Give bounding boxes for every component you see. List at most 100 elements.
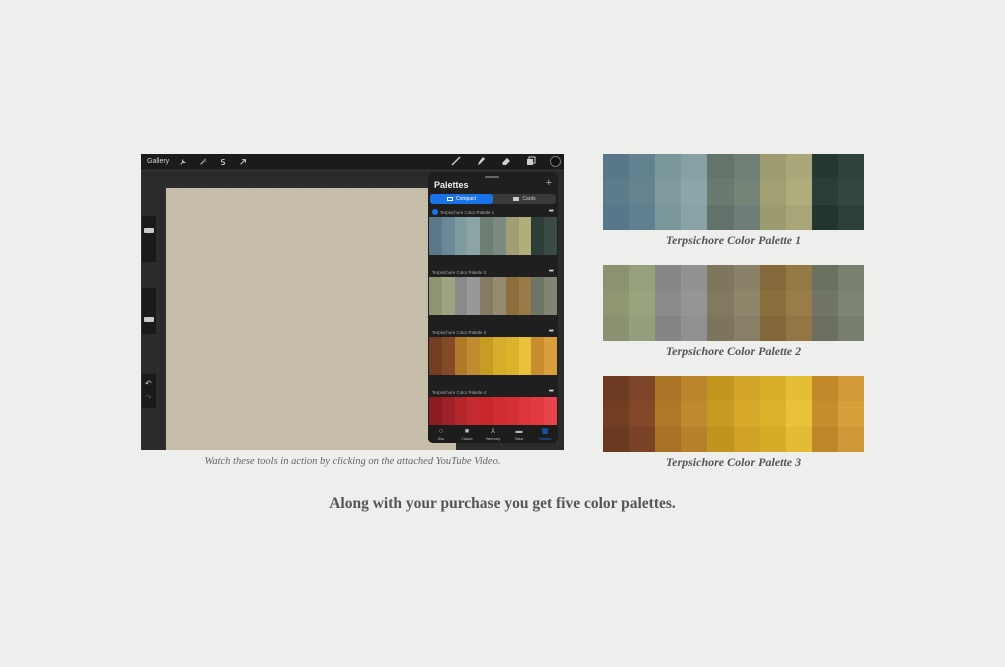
nav-value[interactable]: ▬ Value <box>506 425 532 443</box>
cards-tab[interactable]: Cards <box>493 194 556 204</box>
color-swatch[interactable] <box>492 217 506 255</box>
swatch-cell <box>629 376 656 402</box>
color-swatch[interactable] <box>544 277 557 315</box>
opacity-slider[interactable] <box>142 288 156 334</box>
color-swatch[interactable] <box>518 217 532 255</box>
color-swatch[interactable] <box>441 337 455 375</box>
color-swatch[interactable] <box>441 277 455 315</box>
color-swatch[interactable] <box>454 217 468 255</box>
brush-size-handle[interactable] <box>144 228 154 233</box>
nav-value-label: Value <box>514 436 524 441</box>
big-palette-label: Terpsichore Color Palette 3 <box>665 455 802 469</box>
color-swatch[interactable] <box>544 217 557 255</box>
swatch-cell <box>759 376 786 402</box>
color-swatch[interactable] <box>480 217 493 255</box>
compact-label: Compact <box>455 196 476 202</box>
color-swatch[interactable] <box>492 277 506 315</box>
swatch-cell <box>629 426 656 452</box>
palette-swatch <box>811 154 865 230</box>
wrench-icon[interactable] <box>177 156 189 168</box>
swatch-cell <box>629 179 656 205</box>
color-swatch[interactable] <box>480 277 493 315</box>
color-swatch[interactable] <box>531 217 545 255</box>
palette-swatch <box>603 154 656 230</box>
nav-harmony[interactable]: ⅄ Harmony <box>480 425 506 443</box>
color-swatch[interactable] <box>429 337 442 375</box>
canvas[interactable] <box>166 188 456 450</box>
layers-icon[interactable] <box>525 155 537 167</box>
swatch-cell <box>811 376 838 402</box>
eraser-icon[interactable] <box>500 155 512 167</box>
nav-classic[interactable]: ■ Classic <box>454 425 480 443</box>
color-swatch[interactable] <box>492 337 506 375</box>
swatch-cell <box>733 204 760 230</box>
swatch-cell <box>655 376 682 402</box>
palette-header: Terpsichore Color Palette 4 ••• <box>428 387 558 397</box>
color-swatch[interactable] <box>544 337 557 375</box>
palette-card[interactable]: Terpsichore Color Palette 1 ••• <box>428 207 558 255</box>
swatch-cell <box>759 401 786 427</box>
big-palette-strip <box>603 376 865 452</box>
swatch-cell <box>681 290 708 316</box>
nav-disc[interactable]: ○ Disc <box>428 425 454 443</box>
swatch-cell <box>655 204 682 230</box>
color-picker-button[interactable] <box>550 155 561 167</box>
smudge-icon[interactable] <box>475 155 487 167</box>
swatch-cell <box>811 179 838 205</box>
swatch-cell <box>733 426 760 452</box>
color-swatch[interactable] <box>467 277 481 315</box>
compact-icon <box>446 197 453 201</box>
more-options-icon[interactable]: ••• <box>549 388 554 395</box>
color-swatch[interactable] <box>454 277 468 315</box>
undo-icon[interactable]: ↶ <box>145 379 152 388</box>
color-swatch[interactable] <box>518 337 532 375</box>
palette-header: Terpsichore Color Palette 1 ••• <box>428 207 558 217</box>
swatch-cell <box>733 290 760 316</box>
selection-icon[interactable] <box>217 156 229 168</box>
panel-grabber[interactable] <box>485 176 499 178</box>
disc-icon: ○ <box>438 427 444 435</box>
swatch-cell <box>629 290 656 316</box>
palette-header: Terpsichore Color Palette 3 ••• <box>428 267 558 277</box>
color-swatch[interactable] <box>467 337 481 375</box>
palette-name: Terpsichore Color Palette 4 <box>432 389 487 395</box>
cards-icon <box>513 197 520 201</box>
add-palette-button[interactable]: + <box>546 177 552 189</box>
color-swatch[interactable] <box>454 337 468 375</box>
color-swatch[interactable] <box>480 337 493 375</box>
color-swatch[interactable] <box>505 217 519 255</box>
swatch-cell <box>811 204 838 230</box>
color-swatch[interactable] <box>429 217 442 255</box>
palette-card[interactable]: Terpsichore Color Palette 3 ••• <box>428 267 558 315</box>
color-swatch[interactable] <box>531 277 545 315</box>
procreate-screenshot[interactable]: Gallery ↶ ↷ Palettes + Compact Cards Ter… <box>141 154 564 450</box>
swatch-cell <box>837 315 865 341</box>
redo-icon[interactable]: ↷ <box>145 393 152 402</box>
color-swatch[interactable] <box>441 217 455 255</box>
brush-size-slider[interactable] <box>142 216 156 262</box>
more-options-icon[interactable]: ••• <box>549 208 554 215</box>
gallery-button[interactable]: Gallery <box>147 158 169 165</box>
color-swatch[interactable] <box>429 277 442 315</box>
brush-icon[interactable] <box>450 155 462 167</box>
compact-tab[interactable]: Compact <box>430 194 493 204</box>
transform-arrow-icon[interactable] <box>237 156 249 168</box>
magic-wand-icon[interactable] <box>197 156 209 168</box>
nav-palettes[interactable]: ▦ Palettes <box>532 425 558 443</box>
color-swatch[interactable] <box>518 277 532 315</box>
color-swatch[interactable] <box>531 337 545 375</box>
palette-card[interactable]: Terpsichore Color Palette 2 ••• <box>428 327 558 375</box>
panel-title: Palettes <box>434 180 469 190</box>
more-options-icon[interactable]: ••• <box>549 268 554 275</box>
color-swatch[interactable] <box>505 337 519 375</box>
opacity-handle[interactable] <box>144 317 154 322</box>
color-swatch[interactable] <box>467 217 481 255</box>
swatch-cell <box>759 154 786 180</box>
color-swatch[interactable] <box>505 277 519 315</box>
swatch-cell <box>811 290 838 316</box>
swatch-cell <box>759 426 786 452</box>
palette-swatch-strip <box>429 217 557 255</box>
swatch-cell <box>785 154 812 180</box>
more-options-icon[interactable]: ••• <box>549 328 554 335</box>
default-check-icon[interactable] <box>432 209 438 215</box>
